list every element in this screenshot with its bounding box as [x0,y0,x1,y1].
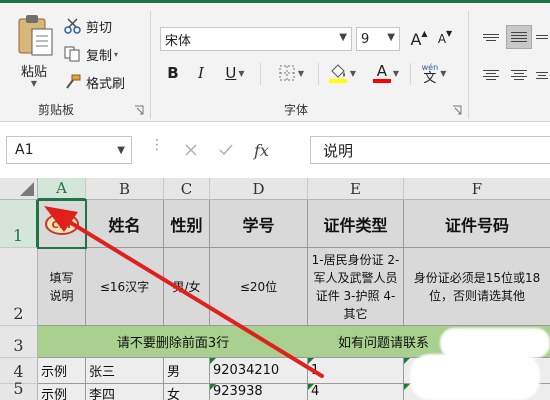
annotation-arrow [44,206,324,378]
